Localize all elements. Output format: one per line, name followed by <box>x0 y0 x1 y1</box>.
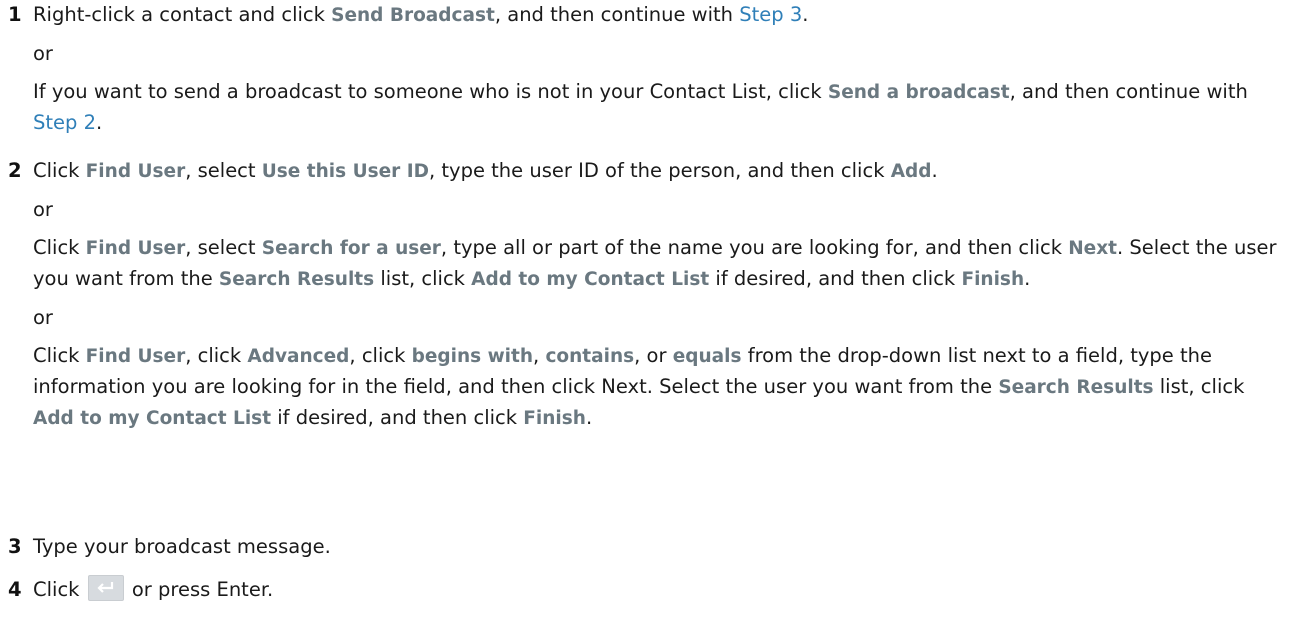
ui-term-advanced: Advanced <box>247 346 350 367</box>
step-number: 4 <box>8 578 22 601</box>
ui-term-add-to-contact-list: Add to my Contact List <box>33 408 272 429</box>
step-2-instruction: Click Find User, select Use this User ID… <box>33 156 1288 187</box>
step-content: Click or press Enter. <box>33 575 1288 605</box>
instruction-text: Click <box>33 236 86 259</box>
ui-term-search-for-a-user: Search for a user <box>261 238 441 259</box>
instruction-text: , and then continue with <box>1009 80 1248 103</box>
instruction-text: , click <box>349 344 412 367</box>
ui-term-search-results: Search Results <box>998 377 1154 398</box>
or-separator: or <box>33 42 53 65</box>
instruction-text: , type the user ID of the person, and th… <box>428 159 891 182</box>
instruction-text: . <box>1024 267 1031 290</box>
step-content: Click Find User, select Use this User ID… <box>33 156 1288 434</box>
ui-term-find-user: Find User <box>85 238 186 259</box>
instruction-text: , click <box>185 344 248 367</box>
step-4-instruction: Click or press Enter. <box>33 575 1288 605</box>
instruction-text: , type all or part of the name you are l… <box>440 236 1069 259</box>
ui-term-add: Add <box>890 161 932 182</box>
link-step-3[interactable]: Step 3 <box>739 3 802 26</box>
instruction-text: , and then continue with <box>494 3 740 26</box>
instruction-text: . <box>96 111 103 134</box>
step-1: 1 Right-click a contact and click Send B… <box>8 0 1288 138</box>
step-1-alternative: If you want to send a broadcast to someo… <box>33 77 1288 138</box>
step-2-alternative-search: Click Find User, select Search for a use… <box>33 233 1288 295</box>
instruction-text: , <box>533 344 546 367</box>
ui-term-contains: contains <box>545 346 635 367</box>
or-separator: or <box>33 198 53 221</box>
step-number: 1 <box>8 3 22 26</box>
step-1-instruction: Right-click a contact and click Send Bro… <box>33 0 1288 31</box>
ui-term-equals: equals <box>672 346 742 367</box>
step-3: 3 Type your broadcast message. <box>8 532 1288 562</box>
instructions-document: 1 Right-click a contact and click Send B… <box>0 0 1299 631</box>
instruction-text: Right-click a contact and click <box>33 3 332 26</box>
ui-term-finish: Finish <box>523 408 586 429</box>
step-content: Type your broadcast message. <box>33 532 1288 562</box>
step-4: 4 Click or press Enter. <box>8 575 1288 605</box>
instruction-text: list, click <box>1153 375 1245 398</box>
instruction-text: if desired, and then click <box>709 267 962 290</box>
instruction-text: , select <box>185 159 262 182</box>
instruction-text: , select <box>185 236 262 259</box>
instruction-text: if desired, and then click <box>271 406 524 429</box>
instruction-text: . <box>931 159 938 182</box>
ui-term-begins-with: begins with <box>411 346 534 367</box>
step-2-alternative-advanced: Click Find User, click Advanced, click b… <box>33 341 1288 434</box>
ui-term-find-user: Find User <box>85 346 186 367</box>
instruction-text: . <box>802 3 809 26</box>
ui-term-add-to-contact-list: Add to my Contact List <box>471 269 710 290</box>
ui-term-finish: Finish <box>961 269 1025 290</box>
ui-term-next: Next <box>1068 238 1118 259</box>
or-separator: or <box>33 306 53 329</box>
instruction-text: list, click <box>374 267 472 290</box>
send-arrow-icon <box>87 575 124 601</box>
link-step-2[interactable]: Step 2 <box>33 111 96 134</box>
ui-term-send-broadcast: Send Broadcast <box>331 5 495 26</box>
step-number: 3 <box>8 535 22 558</box>
step-3-instruction: Type your broadcast message. <box>33 535 331 558</box>
instruction-text: , or <box>634 344 673 367</box>
step-2: 2 Click Find User, select Use this User … <box>8 156 1288 434</box>
step-content: Right-click a contact and click Send Bro… <box>33 0 1288 138</box>
instruction-text: . <box>585 406 593 429</box>
ui-term-use-this-user-id: Use this User ID <box>261 161 429 182</box>
step-number: 2 <box>8 159 22 182</box>
instruction-text: Click <box>33 578 86 601</box>
ui-term-find-user: Find User <box>85 161 186 182</box>
instruction-text: Click <box>33 159 86 182</box>
instruction-text: Click <box>33 344 86 367</box>
ui-term-send-a-broadcast: Send a broadcast <box>827 82 1010 103</box>
instruction-text: or press Enter. <box>125 578 274 601</box>
ui-term-search-results: Search Results <box>218 269 375 290</box>
instruction-text: If you want to send a broadcast to someo… <box>33 80 828 103</box>
